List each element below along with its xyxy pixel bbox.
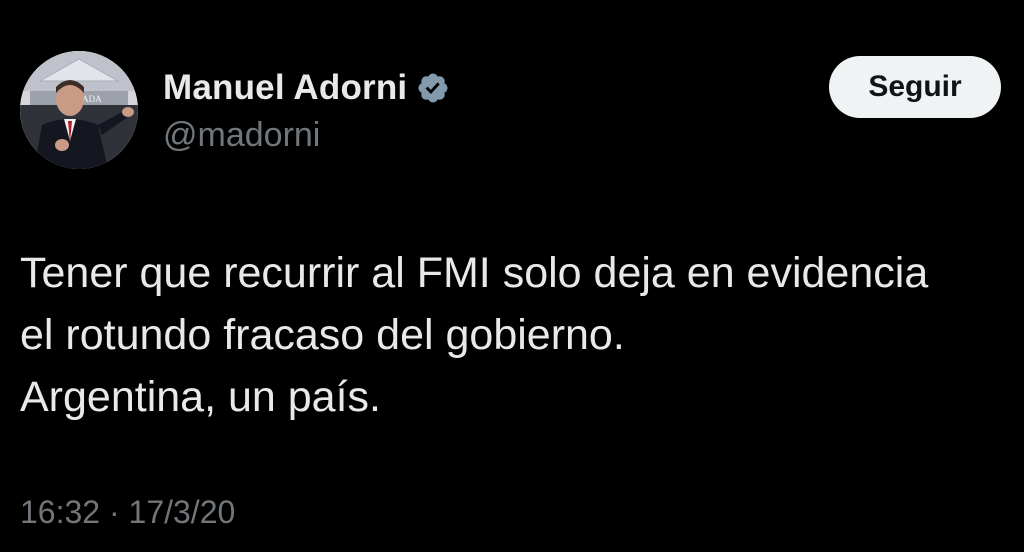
verified-badge-icon bbox=[416, 71, 450, 105]
tweet-text: Tener que recurrir al FMI solo deja en e… bbox=[20, 242, 1020, 428]
tweet-text-line: Tener que recurrir al FMI solo deja en e… bbox=[20, 249, 929, 297]
author-name-row: Manuel Adorni bbox=[163, 66, 450, 110]
tweet-time: 16:32 bbox=[20, 494, 101, 530]
tweet-card: A ROSADA Manuel Adorni @madorni Seguir bbox=[0, 0, 1024, 552]
author-display-name[interactable]: Manuel Adorni bbox=[163, 68, 407, 108]
follow-button[interactable]: Seguir bbox=[829, 56, 1001, 118]
tweet-text-line: el rotundo fracaso del gobierno. bbox=[20, 311, 625, 359]
tweet-timestamp[interactable]: 16:32 · 17/3/20 bbox=[20, 494, 235, 531]
author-avatar[interactable]: A ROSADA bbox=[20, 51, 138, 169]
tweet-text-line: Argentina, un país. bbox=[20, 373, 381, 421]
tweet-date: 17/3/20 bbox=[128, 494, 236, 530]
author-handle[interactable]: @madorni bbox=[163, 116, 450, 155]
avatar-photo-icon: A ROSADA bbox=[20, 51, 138, 169]
author-info: Manuel Adorni @madorni bbox=[163, 66, 450, 155]
timestamp-separator: · bbox=[100, 494, 129, 530]
